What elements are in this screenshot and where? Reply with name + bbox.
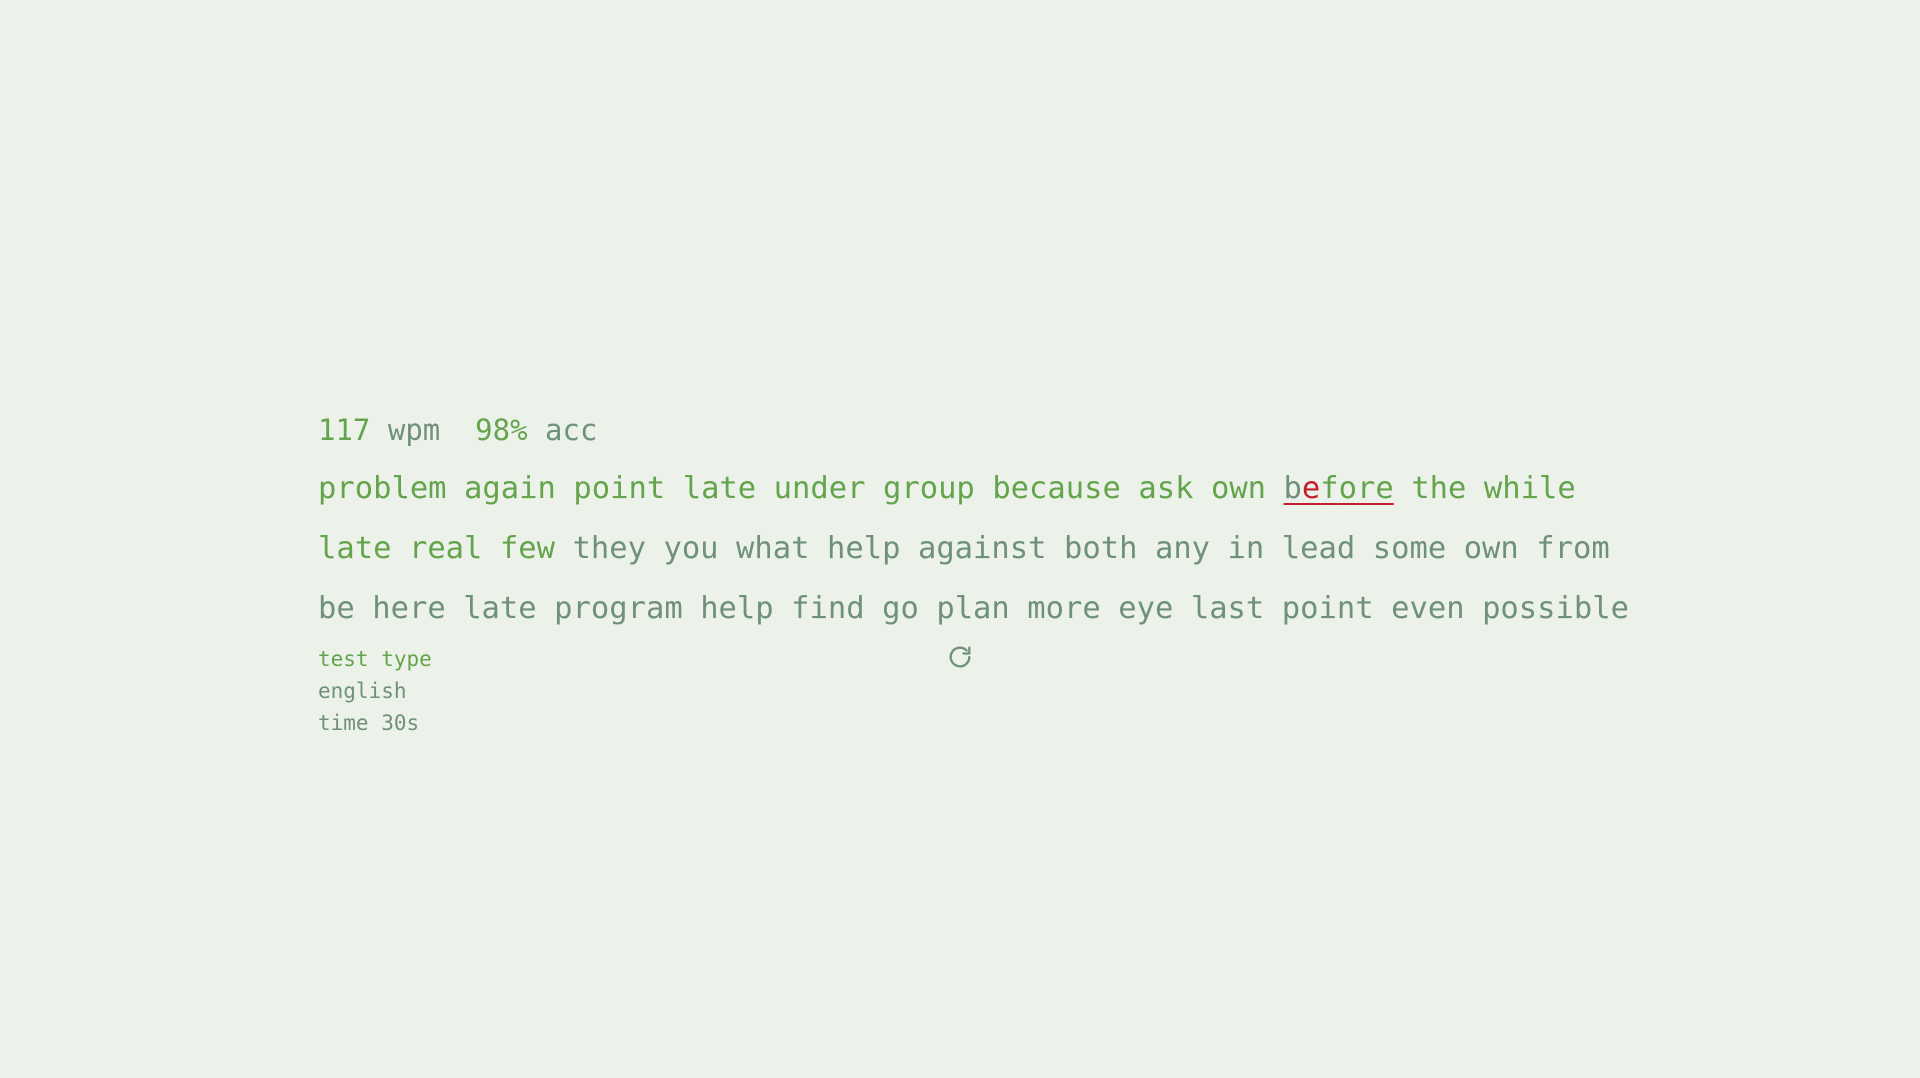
word-typed: late [682, 471, 757, 506]
word-typed: late [318, 531, 392, 566]
letter-correct: f [1320, 471, 1339, 506]
word-typed: point [573, 471, 666, 506]
word-untyped: own [1463, 531, 1519, 566]
word-untyped: from [1536, 531, 1610, 566]
word-untyped: in [1227, 531, 1265, 566]
word-untyped: be [318, 591, 355, 626]
word-typed: own [1210, 471, 1267, 506]
word-untyped: even [1391, 591, 1465, 626]
time-label[interactable]: time 30s [318, 707, 1618, 739]
word-untyped: both [1064, 531, 1138, 566]
accuracy-unit: acc [545, 413, 598, 447]
word-untyped: find [791, 591, 865, 626]
word-typed: the [1411, 471, 1467, 506]
word-untyped: possible [1482, 591, 1629, 626]
word-untyped: you [663, 531, 719, 566]
language-label[interactable]: english [318, 675, 1618, 707]
word-untyped: program [554, 591, 683, 626]
letter-correct: e [1375, 471, 1394, 506]
letter-incorrect: e [1301, 471, 1321, 506]
word-typed: again [464, 471, 556, 506]
word-typed: while [1483, 471, 1576, 506]
word-untyped: last [1190, 591, 1265, 626]
word-typed: because [992, 471, 1121, 506]
wpm-unit: wpm [387, 413, 441, 447]
word-typed: under [773, 471, 866, 506]
word-typed: ask [1138, 471, 1194, 506]
letter-correct: r [1357, 471, 1376, 506]
typing-test: 117 wpm 98% acc problem again point late und… [318, 405, 1629, 743]
word-untyped: late [463, 591, 537, 626]
word-untyped: more [1027, 591, 1101, 626]
word-typed: problem [318, 471, 447, 506]
word-line: problem again point late under group because as… [318, 459, 1618, 519]
word-line: late real few they you what help against both any… [318, 519, 1618, 579]
letter-untyped: b [1283, 471, 1302, 506]
letter-correct: o [1338, 471, 1358, 506]
restart-button[interactable] [944, 643, 976, 675]
word-typed: few [499, 531, 555, 566]
wpm-value: 117 [318, 413, 371, 447]
word-untyped: they [572, 531, 646, 566]
word-untyped: against [917, 531, 1047, 566]
word-untyped: what [736, 531, 810, 566]
word-untyped: any [1154, 531, 1211, 566]
word-untyped: help [827, 531, 901, 566]
word-untyped: lead [1281, 531, 1356, 566]
bottom-bar: test type english time 30s [318, 643, 1618, 743]
word-typed: real [408, 531, 483, 566]
word-untyped: plan [936, 591, 1010, 626]
words-area[interactable]: problem again point late under group because as… [318, 459, 1629, 639]
word-untyped: point [1281, 591, 1374, 626]
word-untyped: eye [1118, 591, 1174, 626]
live-stats: 117 wpm 98% acc [318, 405, 1618, 455]
word-untyped: go [882, 591, 919, 626]
word-untyped: some [1372, 531, 1447, 566]
restart-icon [946, 643, 974, 675]
word-untyped: help [700, 591, 774, 626]
accuracy-value: 98% [475, 413, 528, 447]
word-typed: group [882, 471, 975, 506]
word-line: be here late program help find go plan more eye la… [318, 579, 1629, 639]
word-error: before [1284, 459, 1394, 519]
word-untyped: here [372, 591, 446, 626]
